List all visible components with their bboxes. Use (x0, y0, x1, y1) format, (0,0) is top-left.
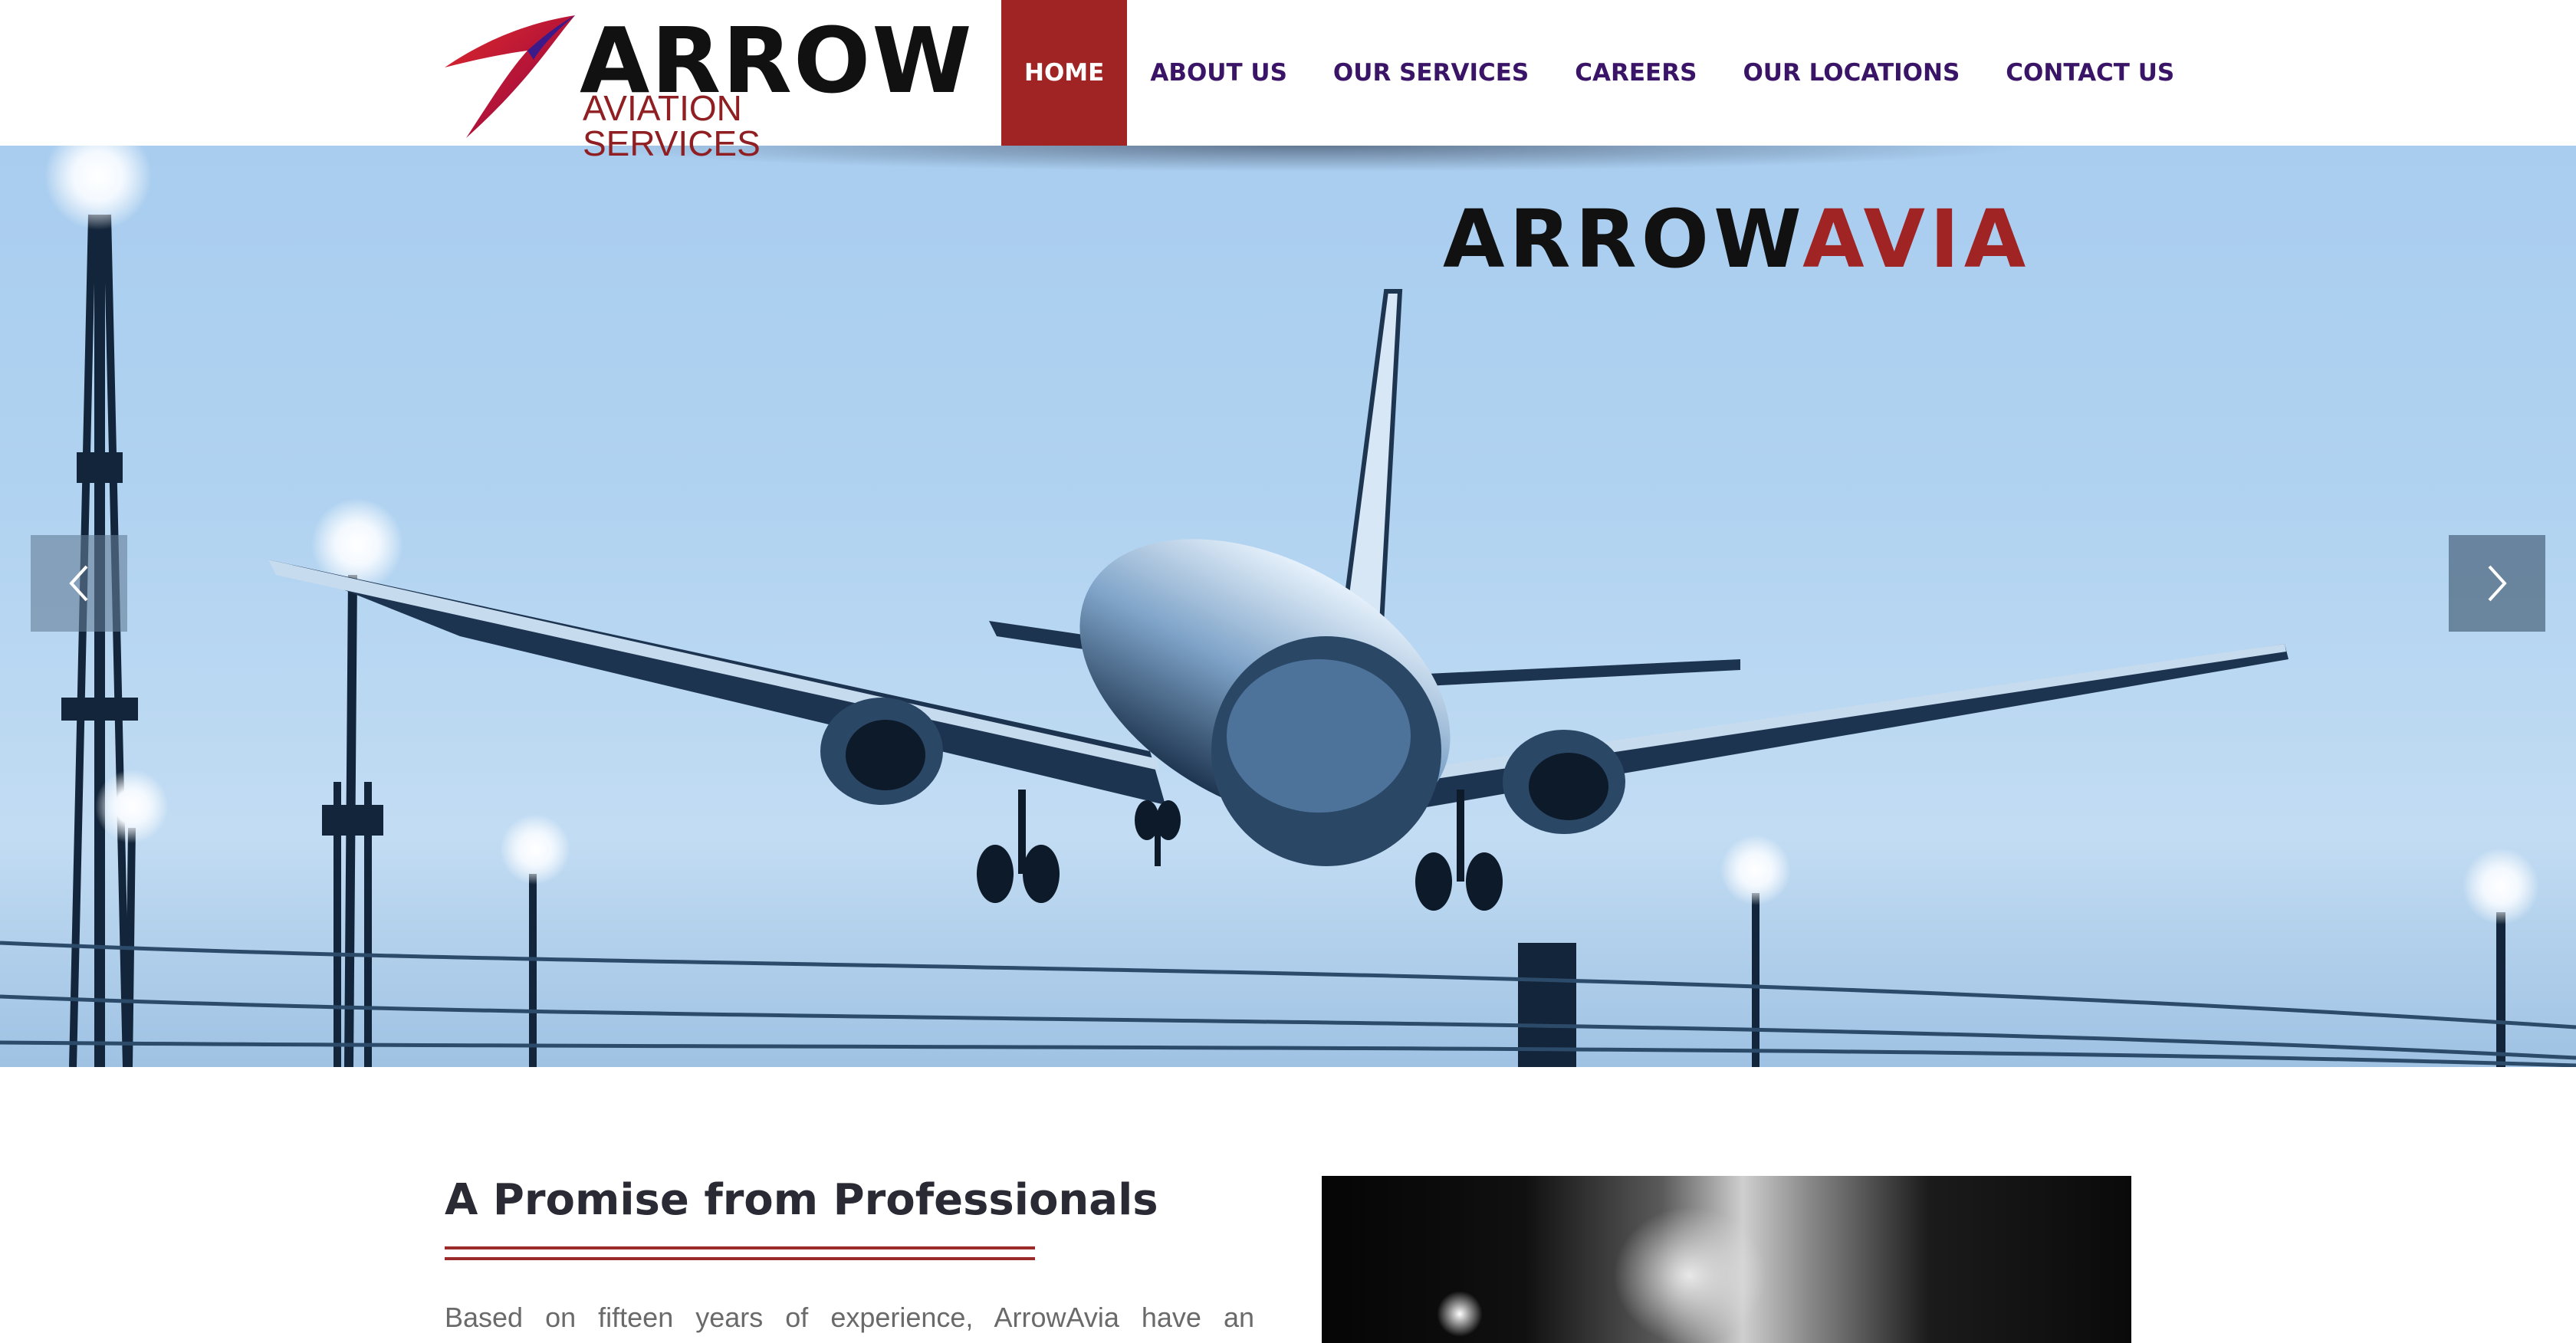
nav-careers[interactable]: CAREERS (1552, 0, 1720, 146)
hero-title-part2: AVIA (1802, 192, 2031, 286)
chevron-left-icon (69, 565, 88, 602)
title-underline (445, 1246, 1035, 1249)
nav-home[interactable]: HOME (1001, 0, 1128, 146)
slider-next-button[interactable] (2449, 535, 2545, 632)
logo-subtitle: AVIATION SERVICES (583, 88, 761, 163)
hero-image-airplane (0, 146, 2576, 1067)
hero-slider: ARROWAVIA (0, 146, 2576, 1067)
nav-our-locations[interactable]: OUR LOCATIONS (1720, 0, 1983, 146)
hero-title: ARROWAVIA (1443, 199, 2030, 279)
main-nav: HOME ABOUT US OUR SERVICES CAREERS OUR L… (1001, 0, 2197, 146)
logo[interactable]: ARROW AVIATION SERVICES (443, 14, 972, 161)
nav-about-us[interactable]: ABOUT US (1127, 0, 1310, 146)
nav-our-services[interactable]: OUR SERVICES (1310, 0, 1552, 146)
title-underline-secondary (445, 1257, 1035, 1260)
section-title: A Promise from Professionals (445, 1175, 1158, 1225)
arrow-logo-icon (445, 15, 575, 138)
slider-prev-button[interactable] (31, 535, 127, 632)
image-highlight-small (1437, 1291, 1483, 1337)
section-image (1322, 1176, 2131, 1343)
section-paragraph: Based on fifteen years of experience, Ar… (445, 1302, 1254, 1333)
hero-title-part1: ARROW (1443, 192, 1803, 286)
image-highlight (1613, 1207, 1766, 1343)
site-header: ARROW AVIATION SERVICES HOME ABOUT US OU… (0, 0, 2576, 161)
nav-contact-us[interactable]: CONTACT US (1983, 0, 2197, 146)
chevron-right-icon (2488, 565, 2507, 602)
